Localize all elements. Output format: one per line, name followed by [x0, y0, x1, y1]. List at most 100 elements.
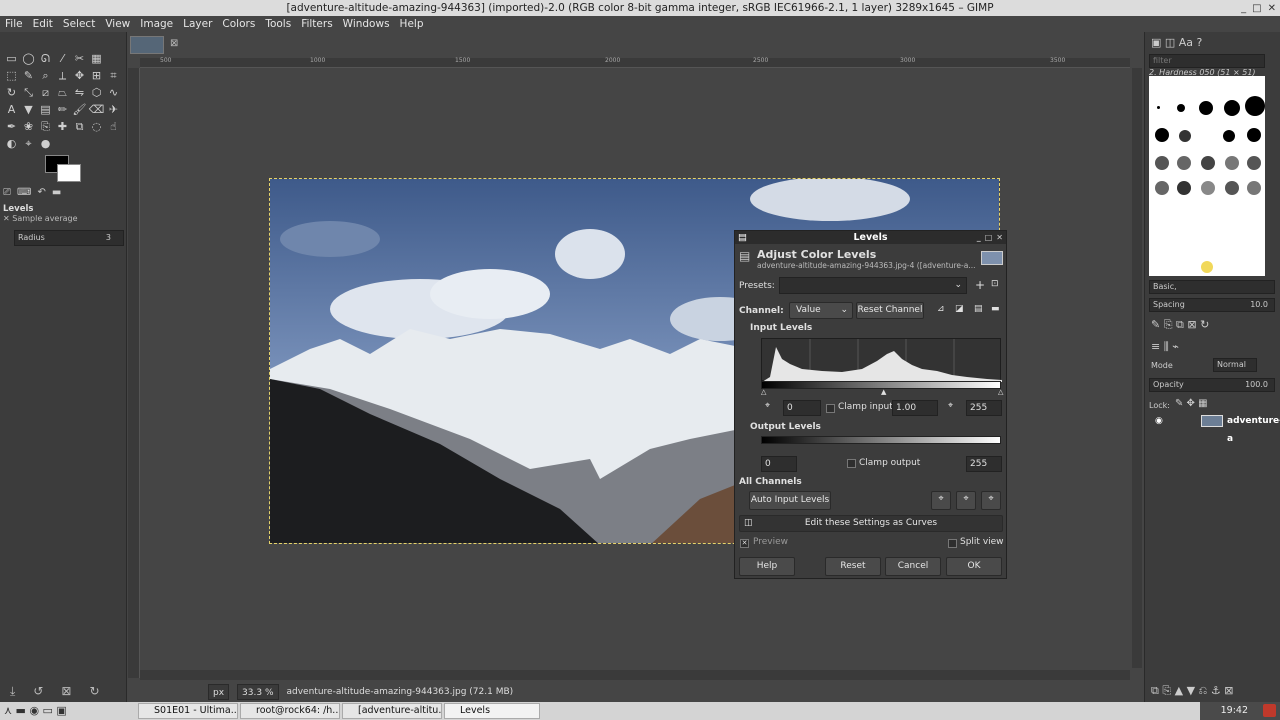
output-high-field[interactable]: 255	[966, 456, 1002, 472]
brush-item[interactable]	[1224, 100, 1240, 116]
mypaint-icon[interactable]: ❀	[20, 118, 37, 135]
clamp-input-checkbox[interactable]	[826, 404, 835, 413]
unit-select[interactable]: px	[208, 684, 230, 700]
crop-icon[interactable]: ⌗	[105, 67, 122, 84]
add-preset-icon[interactable]: +	[975, 278, 985, 292]
menu-colors[interactable]: Colors	[217, 16, 260, 32]
brush-actions-icon[interactable]: ✎ ⎘ ⧉ ⊠ ↻	[1151, 318, 1209, 332]
spacing-field[interactable]: Spacing 10.0	[1149, 298, 1275, 312]
tool-options-tab-icon[interactable]: ⎚	[3, 187, 11, 198]
menu-file[interactable]: File	[0, 16, 28, 32]
input-high-field[interactable]: 255	[966, 400, 1002, 416]
text-icon[interactable]: A	[3, 101, 20, 118]
black-handle-icon[interactable]: △	[761, 388, 766, 396]
clamp-output-checkbox[interactable]	[847, 459, 856, 468]
brush-item[interactable]	[1225, 181, 1239, 195]
lock-icons[interactable]: ✎ ✥ ▦	[1175, 398, 1208, 409]
brush-item[interactable]	[1177, 104, 1185, 112]
perspective-icon[interactable]: ⏢	[54, 84, 71, 101]
by-color-icon[interactable]: ⬚	[3, 67, 20, 84]
split-view-checkbox[interactable]	[948, 539, 957, 548]
shear-icon[interactable]: ⧄	[37, 84, 54, 101]
taskbar-item-terminal[interactable]: root@rock64: /h...	[240, 703, 340, 719]
paths-icon[interactable]: ✎	[20, 67, 37, 84]
dialog-close-icon[interactable]: ✕	[996, 231, 1003, 244]
pick-black-icon[interactable]: ⌖	[931, 491, 951, 510]
scissors-icon[interactable]: ✂	[71, 50, 88, 67]
brush-item[interactable]	[1245, 96, 1265, 116]
dialog-menu-icon[interactable]: ▤	[738, 231, 747, 244]
reset-button[interactable]: Reset	[825, 557, 881, 576]
brush-item[interactable]	[1155, 181, 1169, 195]
zoom-select[interactable]: 33.3 %	[237, 684, 279, 700]
log-histogram-icon[interactable]: ◪	[955, 304, 964, 314]
reset-icon[interactable]: ↻	[89, 684, 99, 699]
brush-item[interactable]	[1155, 128, 1169, 142]
horizontal-scrollbar[interactable]	[140, 670, 1130, 680]
brush-item[interactable]	[1157, 106, 1160, 109]
output-gradient[interactable]	[761, 436, 1001, 444]
taskbar-item-levels[interactable]: Levels	[444, 703, 540, 719]
move-icon[interactable]: ✥	[71, 67, 88, 84]
brush-filter-input[interactable]: filter	[1149, 54, 1265, 68]
measure-icon[interactable]: ⟂	[54, 67, 71, 84]
menu-view[interactable]: View	[100, 16, 135, 32]
linear-histogram-icon[interactable]: ⊿	[937, 304, 945, 314]
cage-icon[interactable]: ⬡	[88, 84, 105, 101]
gamma-handle-icon[interactable]: ▲	[881, 388, 886, 396]
ok-button[interactable]: OK	[946, 557, 1002, 576]
brush-item[interactable]	[1177, 181, 1191, 195]
edit-as-curves-button[interactable]: ◫ Edit these Settings as Curves	[739, 515, 1003, 532]
restore-icon[interactable]: ↺	[33, 684, 43, 699]
power-icon[interactable]	[1263, 704, 1276, 717]
rotate-icon[interactable]: ↻	[3, 84, 20, 101]
channel-select[interactable]: Value ⌄	[789, 302, 853, 319]
brush-item[interactable]	[1201, 261, 1213, 273]
align-icon[interactable]: ⊞	[88, 67, 105, 84]
menu-filters[interactable]: Filters	[296, 16, 337, 32]
brush-icon[interactable]: 🖌	[71, 101, 88, 118]
smudge-icon[interactable]: ☝	[105, 118, 122, 135]
dialog-titlebar[interactable]: ▤ Levels _ □ ✕	[735, 231, 1006, 244]
zoom-icon[interactable]: ⌕	[37, 67, 54, 84]
brush-item[interactable]	[1247, 156, 1261, 170]
fg-select-icon[interactable]: ▦	[88, 50, 105, 67]
brush-set-select[interactable]: Basic,	[1149, 280, 1275, 294]
pick-gray-icon[interactable]: ⌖	[956, 491, 976, 510]
gamma-field[interactable]: 1.00	[892, 400, 938, 416]
menu-tools[interactable]: Tools	[260, 16, 296, 32]
maximize-icon[interactable]: □	[1252, 1, 1261, 17]
brush-item[interactable]	[1201, 156, 1215, 170]
rect-select-icon[interactable]: ▭	[3, 50, 20, 67]
picker-icon[interactable]: ⌖	[20, 135, 37, 152]
layers-tab-icon[interactable]: ≡ ⫼ ⌁	[1151, 340, 1179, 354]
wand-icon[interactable]: ⁄	[54, 50, 71, 67]
brush-item[interactable]	[1177, 156, 1191, 170]
menu-edit[interactable]: Edit	[28, 16, 58, 32]
lasso-icon[interactable]: ᘏ	[37, 50, 54, 67]
menu-select[interactable]: Select	[58, 16, 100, 32]
dialog-maximize-icon[interactable]: □	[985, 231, 993, 244]
opacity-field[interactable]: Opacity 100.0	[1149, 378, 1275, 392]
pencil-icon[interactable]: ✏	[54, 101, 71, 118]
reset-channel-button[interactable]: Reset Channel	[856, 302, 924, 319]
histogram-view2-icon[interactable]: ▬	[991, 304, 1000, 314]
layer-row[interactable]: ◉ adventure-a	[1149, 412, 1280, 444]
tab-close-icon[interactable]: ⊠	[170, 38, 178, 49]
menu-layer[interactable]: Layer	[178, 16, 217, 32]
eye-icon[interactable]: ◉	[1155, 412, 1163, 430]
white-picker-icon[interactable]: ⌖	[948, 401, 953, 411]
blend-icon[interactable]: ▤	[37, 101, 54, 118]
eraser-icon[interactable]: ⌫	[88, 101, 105, 118]
blur-icon[interactable]: ◌	[88, 118, 105, 135]
sample-average-row[interactable]: ✕ Sample average	[3, 214, 78, 223]
brush-item[interactable]	[1247, 181, 1261, 195]
persp-clone-icon[interactable]: ⧉	[71, 118, 88, 135]
dialog-minimize-icon[interactable]: _	[977, 231, 981, 244]
heal-icon[interactable]: ✚	[54, 118, 71, 135]
delete-icon[interactable]: ⊠	[61, 684, 71, 699]
scale-icon[interactable]: ⤡	[20, 84, 37, 101]
bucket-icon[interactable]: ▼	[20, 101, 37, 118]
menu-help[interactable]: Help	[395, 16, 429, 32]
brush-item[interactable]	[1247, 128, 1261, 142]
